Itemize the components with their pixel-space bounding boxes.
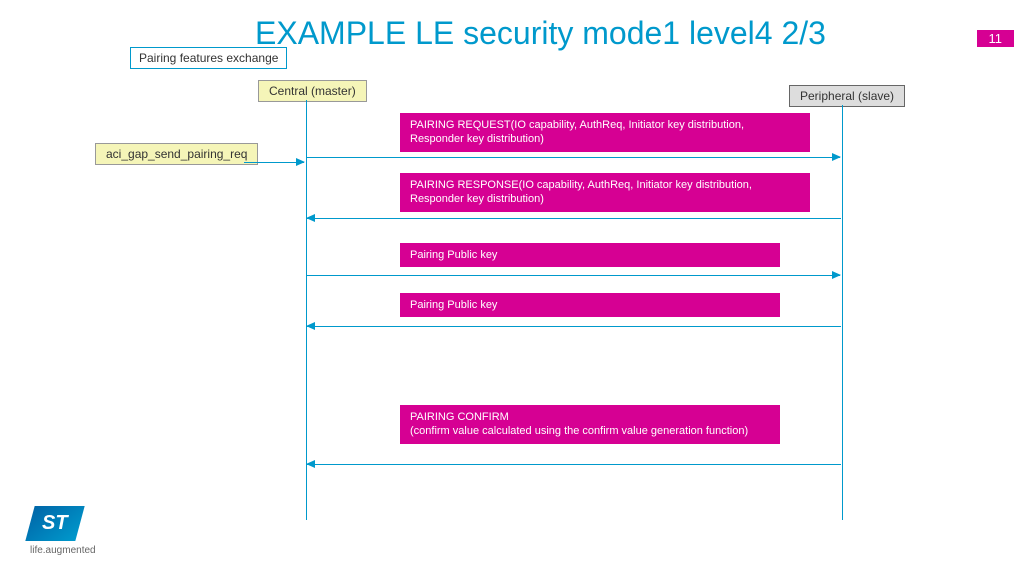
page-number: 11 (977, 30, 1015, 47)
st-logo-icon: ST (25, 506, 84, 541)
public-key-2-box: Pairing Public key (400, 293, 780, 317)
central-label: Central (master) (258, 80, 367, 102)
central-lifeline (306, 100, 307, 520)
api-arrow (244, 162, 304, 163)
logo: ST life.augmented (30, 506, 96, 556)
api-call-label: aci_gap_send_pairing_req (95, 143, 258, 165)
pairing-response-box: PAIRING RESPONSE(IO capability, AuthReq,… (400, 173, 810, 212)
logo-tagline: life.augmented (30, 545, 96, 556)
public-key-2-arrow (307, 326, 841, 327)
pairing-request-box: PAIRING REQUEST(IO capability, AuthReq, … (400, 113, 810, 152)
pairing-confirm-box: PAIRING CONFIRM (confirm value calculate… (400, 405, 780, 444)
pairing-request-arrow (307, 157, 840, 158)
pairing-features-label: Pairing features exchange (130, 47, 287, 69)
public-key-1-box: Pairing Public key (400, 243, 780, 267)
peripheral-lifeline (842, 105, 843, 520)
public-key-1-arrow (307, 275, 840, 276)
pairing-confirm-arrow (307, 464, 841, 465)
pairing-response-arrow (307, 218, 841, 219)
peripheral-label: Peripheral (slave) (789, 85, 905, 107)
slide-title: EXAMPLE LE security mode1 level4 2/3 (255, 15, 826, 52)
